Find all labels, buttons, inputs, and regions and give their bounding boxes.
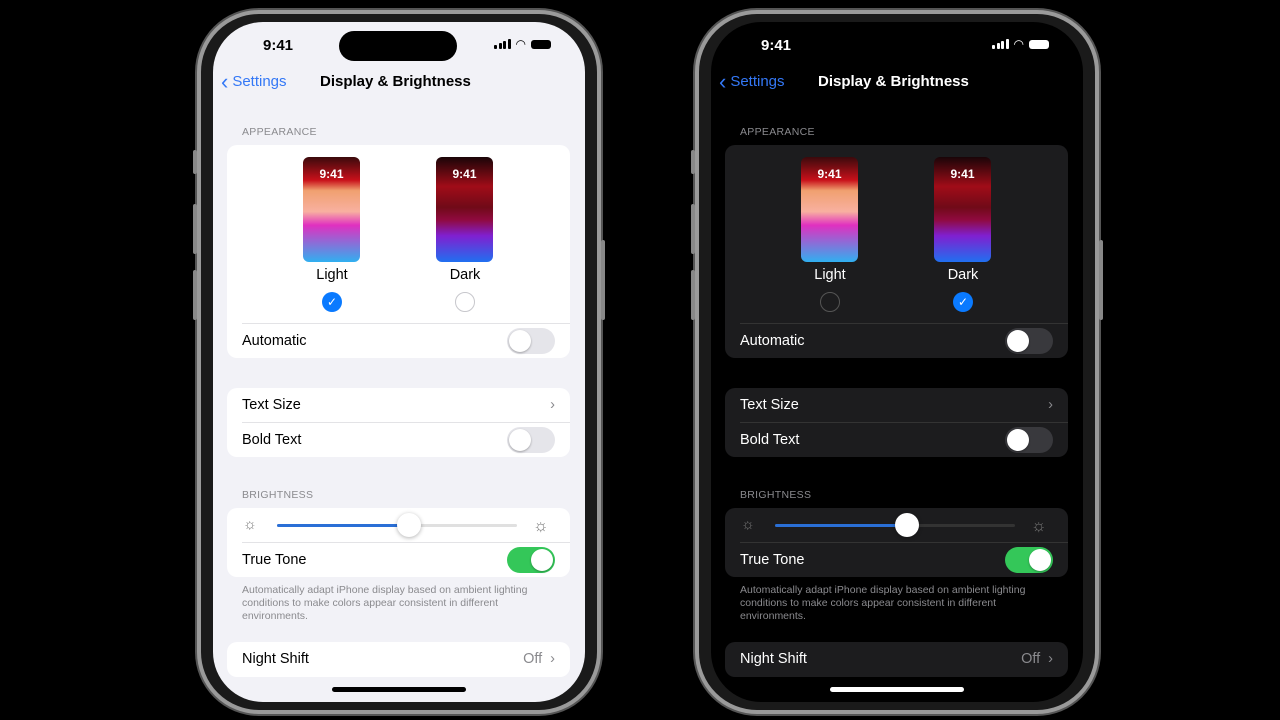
status-icons: ◠	[494, 37, 551, 51]
back-button[interactable]: ‹ Settings	[719, 68, 785, 94]
back-label: Settings	[232, 73, 287, 90]
automatic-toggle[interactable]	[507, 328, 555, 354]
light-preview[interactable]: 9:41	[303, 157, 360, 262]
brightness-header: BRIGHTNESS	[740, 489, 812, 501]
chevron-left-icon: ‹	[221, 68, 229, 94]
signal-icon	[494, 39, 511, 49]
nav-bar: ‹ Settings Display & Brightness	[711, 68, 1083, 94]
chevron-right-icon: ›	[550, 397, 555, 413]
dark-preview[interactable]: 9:41	[934, 157, 991, 262]
text-size-row[interactable]: Text Size ›	[227, 388, 570, 422]
bold-text-toggle[interactable]	[1005, 427, 1053, 453]
dark-preview[interactable]: 9:41	[436, 157, 493, 262]
dark-radio[interactable]	[455, 292, 475, 312]
true-tone-row: True Tone	[227, 543, 570, 577]
appearance-header: APPEARANCE	[740, 126, 815, 138]
text-size-label: Text Size	[242, 397, 301, 413]
battery-icon	[1029, 39, 1049, 49]
text-card: Text Size › Bold Text	[725, 388, 1068, 457]
sun-small-icon: ☼	[243, 516, 257, 533]
settings-screen: 9:41 ◠ ‹ Settings Display & Brightness A…	[213, 22, 585, 702]
home-indicator[interactable]	[332, 687, 466, 692]
true-tone-row: True Tone	[725, 543, 1068, 577]
text-size-label: Text Size	[740, 397, 799, 413]
appearance-card: 9:41 9:41 Light Dark ✓ Automatic	[725, 145, 1068, 358]
sun-large-icon: ☼	[1031, 516, 1047, 535]
status-time: 9:41	[761, 37, 792, 54]
dynamic-island	[339, 31, 457, 61]
settings-screen: 9:41 ◠ ‹ Settings Display & Brightness A…	[711, 22, 1083, 702]
brightness-header: BRIGHTNESS	[242, 489, 314, 501]
page-title: Display & Brightness	[320, 73, 471, 90]
automatic-label: Automatic	[242, 333, 307, 349]
bold-text-row: Bold Text	[725, 423, 1068, 457]
automatic-row: Automatic	[725, 324, 1068, 358]
bold-text-label: Bold Text	[740, 432, 800, 448]
night-shift-value: Off	[523, 651, 543, 667]
wifi-icon: ◠	[1013, 37, 1024, 51]
light-radio[interactable]: ✓	[322, 292, 342, 312]
bold-text-label: Bold Text	[242, 432, 302, 448]
automatic-row: Automatic	[227, 324, 570, 358]
chevron-right-icon: ›	[1048, 397, 1053, 413]
automatic-label: Automatic	[740, 333, 805, 349]
dark-radio[interactable]: ✓	[953, 292, 973, 312]
light-label: Light	[814, 267, 846, 283]
nav-bar: ‹ Settings Display & Brightness	[213, 68, 585, 94]
back-label: Settings	[730, 73, 785, 90]
true-tone-label: True Tone	[740, 552, 805, 568]
text-size-row[interactable]: Text Size ›	[725, 388, 1068, 422]
status-time: 9:41	[263, 37, 294, 54]
light-label: Light	[316, 267, 348, 283]
bold-text-row: Bold Text	[227, 423, 570, 457]
back-button[interactable]: ‹ Settings	[221, 68, 287, 94]
night-shift-row[interactable]: Night Shift Off ›	[725, 642, 1068, 676]
light-radio[interactable]	[820, 292, 840, 312]
night-shift-row[interactable]: Night Shift Off ›	[227, 642, 570, 676]
dark-label: Dark	[947, 267, 979, 283]
true-tone-description: Automatically adapt iPhone display based…	[740, 584, 1026, 622]
night-shift-value: Off	[1021, 651, 1041, 667]
true-tone-description: Automatically adapt iPhone display based…	[242, 584, 528, 622]
wifi-icon: ◠	[515, 37, 526, 51]
iphone-dark: 9:41 ◠ ‹ Settings Display & Brightness A…	[691, 10, 1103, 714]
brightness-card: ☼ ☼ True Tone	[725, 508, 1068, 577]
text-card: Text Size › Bold Text	[227, 388, 570, 457]
appearance-card: 9:41 9:41 Light Dark ✓ Automatic	[227, 145, 570, 358]
battery-icon	[531, 39, 551, 49]
night-shift-label: Night Shift	[740, 651, 807, 667]
appearance-header: APPEARANCE	[242, 126, 317, 138]
light-preview[interactable]: 9:41	[801, 157, 858, 262]
status-icons: ◠	[992, 37, 1049, 51]
chevron-right-icon: ›	[1048, 651, 1053, 667]
automatic-toggle[interactable]	[1005, 328, 1053, 354]
true-tone-toggle[interactable]	[1005, 547, 1053, 573]
true-tone-toggle[interactable]	[507, 547, 555, 573]
brightness-slider[interactable]	[775, 513, 1015, 537]
signal-icon	[992, 39, 1009, 49]
page-title: Display & Brightness	[818, 73, 969, 90]
dynamic-island	[837, 31, 955, 61]
chevron-left-icon: ‹	[719, 68, 727, 94]
home-indicator[interactable]	[830, 687, 964, 692]
night-shift-label: Night Shift	[242, 651, 309, 667]
true-tone-label: True Tone	[242, 552, 307, 568]
bold-text-toggle[interactable]	[507, 427, 555, 453]
iphone-light: 9:41 ◠ ‹ Settings Display & Brightness A…	[193, 10, 605, 714]
night-shift-card: Night Shift Off ›	[725, 642, 1068, 677]
night-shift-card: Night Shift Off ›	[227, 642, 570, 677]
dark-label: Dark	[449, 267, 481, 283]
brightness-card: ☼ ☼ True Tone	[227, 508, 570, 577]
sun-small-icon: ☼	[741, 516, 755, 533]
sun-large-icon: ☼	[533, 516, 549, 535]
chevron-right-icon: ›	[550, 651, 555, 667]
brightness-slider[interactable]	[277, 513, 517, 537]
